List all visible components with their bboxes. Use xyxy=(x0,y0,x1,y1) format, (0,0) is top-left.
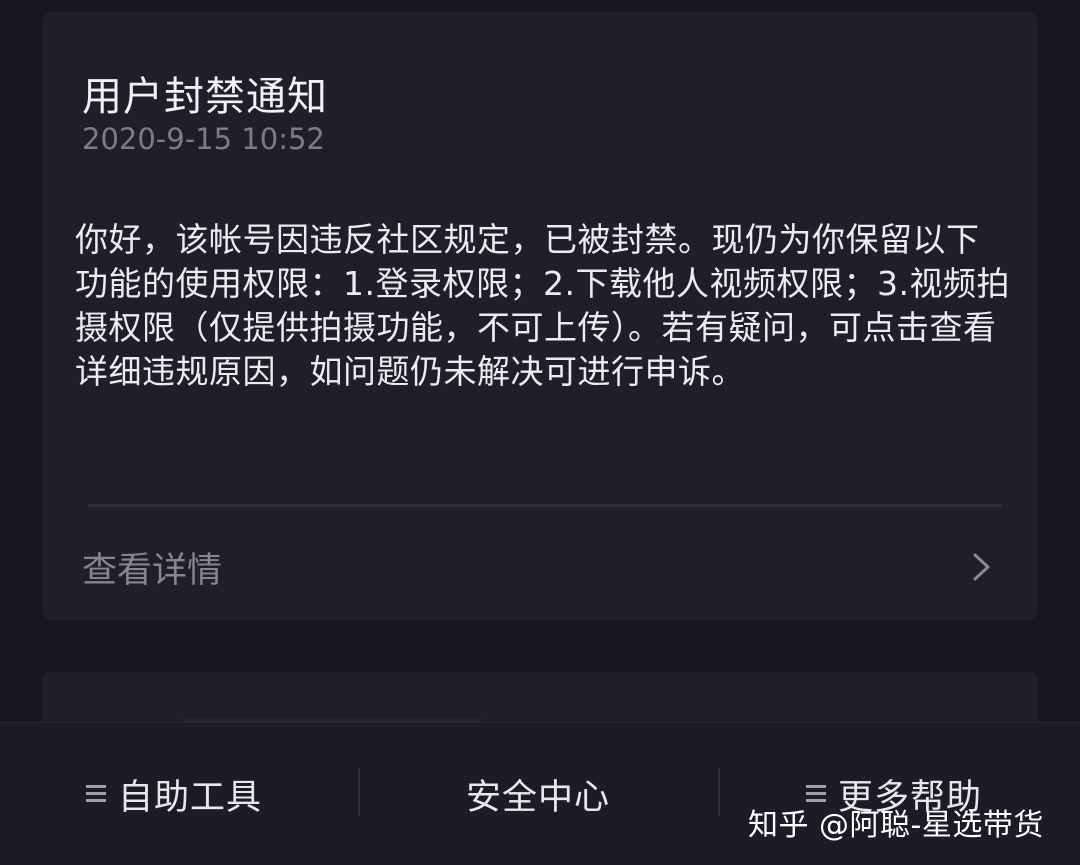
zhihu-watermark: 知乎 @阿聪-星选带货 xyxy=(748,808,1044,843)
menu-icon xyxy=(86,785,106,803)
ban-notice-card: 用户封禁通知 2020-9-15 10:52 你好，该帐号因违反社区规定，已被封… xyxy=(42,12,1038,620)
tab-security-center[interactable]: 安全中心 xyxy=(466,771,611,818)
notice-title: 用户封禁通知 xyxy=(82,74,328,120)
tab-label: 安全中心 xyxy=(466,777,611,818)
notice-timestamp: 2020-9-15 10:52 xyxy=(82,122,325,156)
app-screen: 用户封禁通知 2020-9-15 10:52 你好，该帐号因违反社区规定，已被封… xyxy=(0,0,1080,865)
notice-body: 你好，该帐号因违反社区规定，已被封禁。现仍为你保留以下功能的使用权限：1.登录权… xyxy=(75,220,1010,391)
tab-self-service-tools[interactable]: 自助工具 xyxy=(86,771,263,818)
view-details-label: 查看详情 xyxy=(82,551,223,591)
tab-label: 自助工具 xyxy=(118,777,263,818)
card-divider xyxy=(88,504,1002,507)
tab-separator xyxy=(718,768,720,816)
chevron-right-icon xyxy=(973,553,990,581)
tab-separator xyxy=(358,768,360,816)
view-details-row[interactable]: 查看详情 xyxy=(42,532,1038,602)
